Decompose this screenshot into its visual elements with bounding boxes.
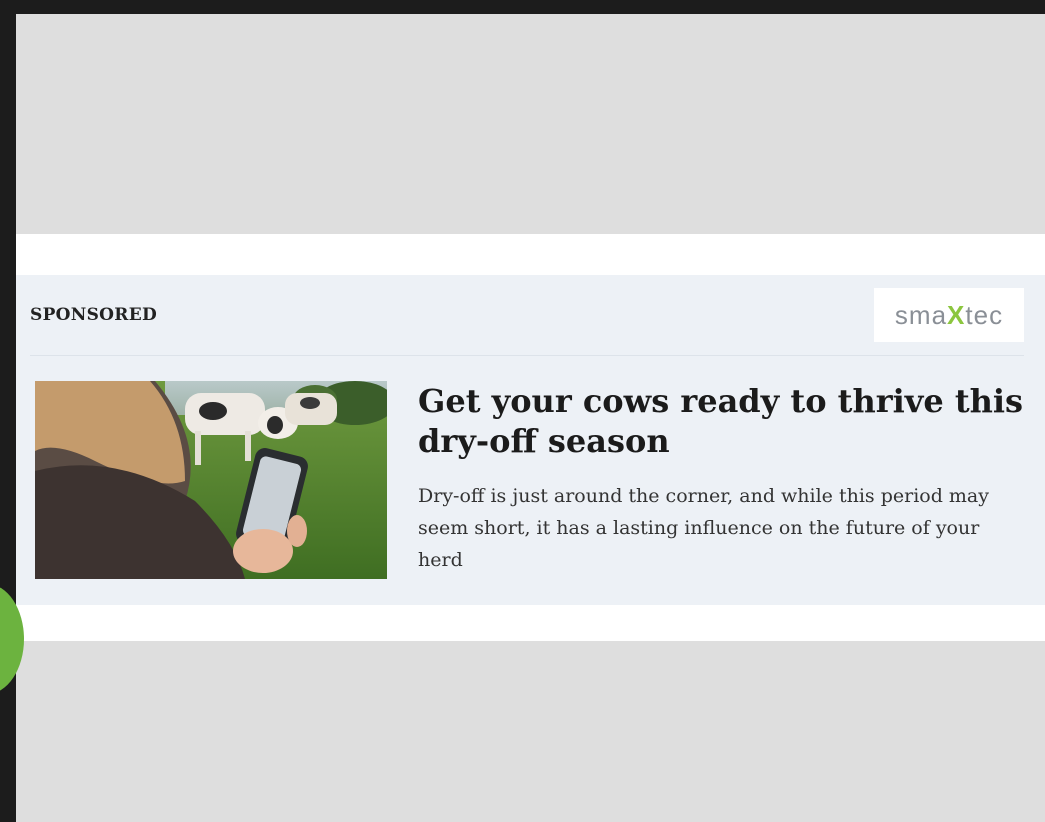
sponsored-article-card[interactable]: SPONSORED sma Xtec Get your cows ready t… [16, 275, 1045, 605]
brand-mark: X [947, 299, 966, 330]
ad-placeholder-bottom [16, 641, 1045, 822]
smaxtec-logo[interactable]: sma Xtec [874, 288, 1024, 342]
ad-placeholder-top [16, 14, 1045, 234]
sponsored-label: SPONSORED [30, 305, 158, 325]
brand-suffix: tec [965, 299, 1004, 330]
article-headline[interactable]: Get your cows ready to thrive this dry-o… [418, 381, 1028, 461]
divider [30, 355, 1024, 356]
article-summary: Dry-off is just around the corner, and w… [418, 485, 989, 571]
page: SPONSORED sma Xtec Get your cows ready t… [16, 14, 1045, 822]
thumbnail-illustration [35, 381, 387, 579]
article-thumbnail[interactable] [35, 381, 387, 579]
brand-prefix: sma [894, 299, 948, 330]
